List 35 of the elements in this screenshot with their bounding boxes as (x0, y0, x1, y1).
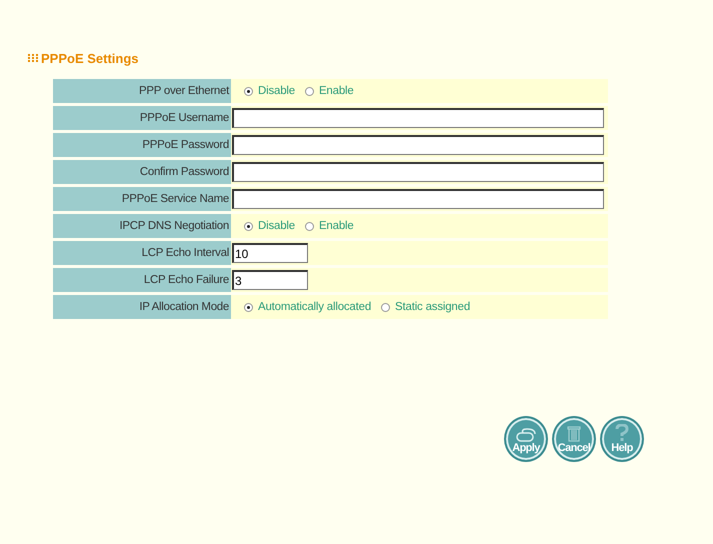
option-label[interactable]: Enable (318, 85, 354, 97)
field-label: PPPoE Service Name (53, 187, 231, 211)
cancel-button[interactable]: Cancel (552, 416, 596, 462)
apply-button[interactable]: Apply (504, 416, 548, 462)
input-field[interactable] (232, 189, 604, 209)
option-label[interactable]: Static assigned (395, 301, 470, 313)
trash-icon (567, 426, 581, 442)
field-label: Confirm Password (53, 160, 231, 184)
option-label[interactable]: Automatically allocated (258, 301, 372, 313)
radio-button[interactable] (244, 302, 253, 312)
option-label[interactable]: Disable (258, 85, 295, 97)
radio-button[interactable] (304, 86, 314, 96)
radio-button[interactable] (381, 302, 390, 312)
page-title: PPPoE Settings (41, 50, 139, 66)
radio-button[interactable] (304, 222, 314, 230)
input-field[interactable] (232, 135, 604, 155)
grid-icon (28, 54, 38, 62)
field-label: LCP Echo Interval (53, 241, 231, 265)
help-button[interactable]: Help (600, 416, 644, 462)
capsule-icon (515, 428, 537, 442)
field-label: IPCP DNS Negotiation (53, 214, 231, 238)
input-field[interactable]: 10 (232, 243, 308, 263)
option-label[interactable]: Disable (258, 220, 295, 232)
input-field[interactable] (232, 108, 604, 128)
input-field[interactable]: 3 (232, 270, 308, 290)
radio-button[interactable] (244, 222, 253, 230)
option-label[interactable]: Enable (318, 220, 354, 232)
field-label: LCP Echo Failure (53, 268, 231, 292)
field-label: IP Allocation Mode (53, 295, 231, 319)
input-field[interactable] (232, 162, 604, 182)
question-mark-icon (615, 424, 629, 442)
radio-button[interactable] (244, 86, 253, 96)
field-label: PPPoE Username (53, 106, 231, 130)
field-label: PPPoE Password (53, 133, 231, 157)
field-label: PPP over Ethernet (53, 79, 231, 103)
